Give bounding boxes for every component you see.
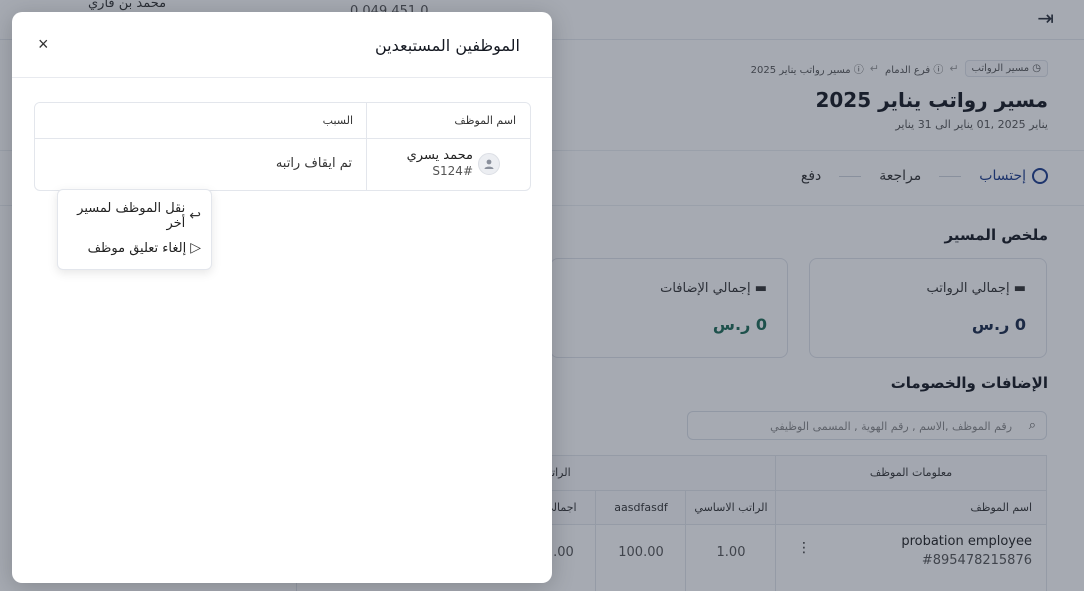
modal-header: الموظفين المستبعدين ×: [12, 12, 552, 78]
col-reason: السبب: [35, 103, 367, 139]
modal-title: الموظفين المستبعدين: [374, 36, 520, 55]
avatar: [478, 153, 500, 175]
table-row[interactable]: محمد يسري #S124 تم ايقاف راتبه: [35, 139, 530, 190]
excluded-employees-modal: الموظفين المستبعدين × اسم الموظف السبب م…: [12, 12, 552, 583]
move-employee-menu-item[interactable]: ↩ نقل الموظف لمسير أخر: [58, 201, 201, 231]
excluded-employees-table: اسم الموظف السبب محمد يسري #S124 تم ايقا…: [34, 102, 531, 191]
user-icon: [484, 159, 494, 169]
col-employee-name: اسم الموظف: [365, 103, 530, 139]
exclusion-reason: تم ايقاف راتبه: [275, 156, 352, 171]
employee-id: #S124: [432, 164, 473, 178]
close-button[interactable]: ×: [38, 34, 49, 55]
employee-name: محمد يسري: [406, 148, 473, 163]
row-context-menu: ↩ نقل الموظف لمسير أخر ▷ إلغاء تعليق موظ…: [57, 189, 212, 270]
unsuspend-employee-menu-item[interactable]: ▷ إلغاء تعليق موظف: [88, 240, 201, 256]
return-arrow-icon: ↩: [189, 208, 201, 224]
play-icon: ▷: [190, 240, 201, 256]
